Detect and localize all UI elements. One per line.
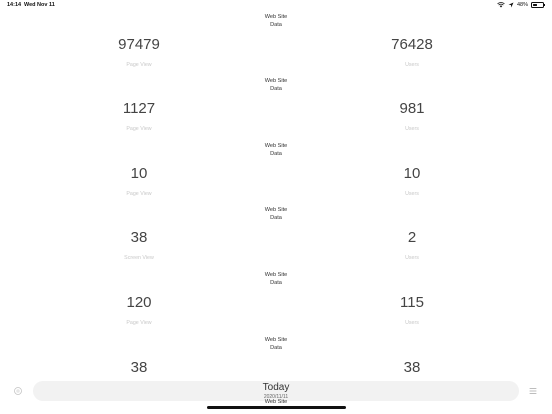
section-title-line1: Web Site — [264, 337, 288, 343]
metric-value: 120 — [126, 294, 152, 311]
metric-value: 97479 — [118, 36, 160, 53]
metric-value: 115 — [400, 294, 424, 311]
battery-percent: 48% — [516, 2, 528, 8]
battery-icon — [531, 2, 545, 8]
section-title-line2: Data — [270, 21, 282, 28]
section-title: Web Site Data — [226, 78, 326, 93]
section-title-line1: Web Site — [264, 272, 288, 278]
home-indicator[interactable] — [207, 406, 346, 409]
section-title-line2: Data — [270, 279, 282, 286]
section-title: Web Site Data — [226, 337, 326, 352]
section-title-line2: Data — [270, 344, 282, 351]
section-title-peek: Web Site — [264, 399, 288, 405]
wifi-icon — [497, 2, 505, 8]
metric-section: Web Site Data 97479 Page View 76428 User… — [0, 14, 552, 79]
metric-label: Users — [405, 62, 419, 68]
status-right: 48% — [497, 2, 545, 8]
status-time: 14:14 — [7, 2, 22, 8]
status-bar: 14:14 Wed Nov 11 48% — [0, 0, 552, 10]
metric-value: 76428 — [391, 36, 433, 53]
metric-value: 981 — [399, 100, 425, 117]
list-icon[interactable] — [528, 386, 538, 396]
metric-value: 38 — [130, 229, 148, 246]
circle-icon[interactable] — [13, 386, 23, 396]
metric-label: Users — [405, 320, 419, 326]
metric-section: Web Site Data 38 38 — [0, 337, 552, 379]
section-title: Web Site Data — [226, 272, 326, 287]
date-selector-bar[interactable]: Today 2020/11/11 — [33, 381, 519, 401]
metric-section: Web Site Data 10 Page View 10 Users — [0, 143, 552, 208]
metric-value: 10 — [130, 165, 148, 182]
section-title-line1: Web Site — [264, 143, 288, 149]
metric-label: Users — [405, 255, 419, 261]
metric-label: Page View — [126, 320, 152, 326]
metric-label: Users — [405, 191, 419, 197]
metric-value: 38 — [403, 359, 421, 376]
metric-value: 1127 — [122, 100, 156, 117]
metric-label: Page View — [126, 191, 152, 197]
location-arrow-icon — [508, 2, 514, 8]
metric-label: Page View — [126, 62, 152, 68]
today-label: Today — [262, 382, 290, 393]
metric-label: Users — [405, 126, 419, 132]
section-title-line1: Web Site — [264, 78, 288, 84]
section-title: Web Site Data — [226, 14, 326, 29]
section-title-line1: Web Site — [264, 14, 288, 20]
section-title-line2: Data — [270, 85, 282, 92]
metric-value: 2 — [407, 229, 417, 246]
section-title: Web Site Data — [226, 207, 326, 222]
section-title-line2: Data — [270, 214, 282, 221]
metric-label: Screen View — [124, 255, 154, 261]
metric-value: 10 — [403, 165, 421, 182]
status-date: Wed Nov 11 — [24, 2, 55, 8]
metric-section: Web Site Data 1127 Page View 981 Users — [0, 78, 552, 143]
section-title-line1: Web Site — [264, 207, 288, 213]
section-title: Web Site Data — [226, 143, 326, 158]
metric-value: 38 — [130, 359, 148, 376]
metric-section: Web Site Data 120 Page View 115 Users — [0, 272, 552, 337]
metric-section: Web Site Data 38 Screen View 2 Users — [0, 207, 552, 272]
section-title-line2: Data — [270, 150, 282, 157]
metric-label: Page View — [126, 126, 152, 132]
